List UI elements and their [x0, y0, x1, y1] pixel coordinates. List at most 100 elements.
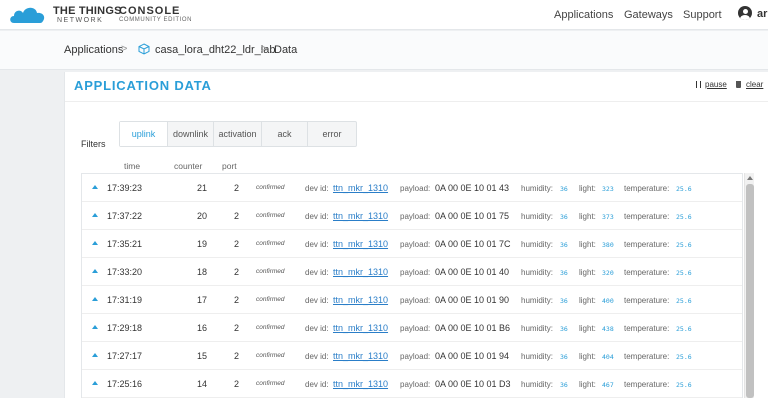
payload-label: payload:: [400, 380, 431, 389]
temperature-label: temperature:: [624, 268, 670, 277]
dev-id-link[interactable]: ttn_mkr_1310: [333, 323, 388, 333]
top-navbar: THE THINGS NETWORK CONSOLE COMMUNITY EDI…: [0, 0, 768, 30]
nav-applications[interactable]: Applications: [554, 9, 613, 21]
dev-id-link[interactable]: ttn_mkr_1310: [333, 295, 388, 305]
light-value: 438: [602, 325, 614, 333]
temperature-value: 25.6: [676, 185, 692, 193]
ttn-cloud-logo-icon[interactable]: [8, 3, 48, 25]
dev-id-link[interactable]: ttn_mkr_1310: [333, 239, 388, 249]
humidity-value: 36: [560, 381, 568, 389]
dev-id-link[interactable]: ttn_mkr_1310: [333, 183, 388, 193]
row-time: 17:39:23: [107, 183, 143, 193]
breadcrumb-applications[interactable]: Applications: [64, 44, 123, 56]
scroll-up-arrow-icon[interactable]: [747, 176, 753, 180]
panel-title: APPLICATION DATA: [74, 78, 212, 93]
uplink-messages-table: 17:39:23 21 2 confirmed dev id: ttn_mkr_1310 p…: [81, 173, 743, 398]
temperature-value: 25.6: [676, 269, 692, 277]
light-value: 467: [602, 381, 614, 389]
humidity-value: 36: [560, 213, 568, 221]
uplink-arrow-icon: [92, 185, 98, 189]
light-value: 400: [602, 297, 614, 305]
pause-icon[interactable]: [696, 81, 701, 88]
humidity-label: humidity:: [521, 352, 554, 361]
row-port: 2: [234, 351, 240, 361]
dev-id-link[interactable]: ttn_mkr_1310: [333, 267, 388, 277]
tab-uplink[interactable]: uplink: [120, 122, 168, 146]
row-status: confirmed: [256, 380, 285, 387]
tab-ack[interactable]: ack: [262, 122, 308, 146]
trash-icon[interactable]: [736, 81, 741, 88]
row-status: confirmed: [256, 352, 285, 359]
row-port: 2: [234, 379, 240, 389]
tab-activation[interactable]: activation: [214, 122, 262, 146]
temperature-value: 25.6: [676, 381, 692, 389]
console-subtitle: COMMUNITY EDITION: [119, 17, 193, 23]
payload-label: payload:: [400, 296, 431, 305]
table-row[interactable]: 17:29:18 16 2 confirmed dev id: ttn_mkr_1310 p…: [82, 314, 742, 342]
tab-error[interactable]: error: [308, 122, 356, 146]
nav-gateways[interactable]: Gateways: [624, 9, 673, 21]
table-row[interactable]: 17:37:22 20 2 confirmed dev id: ttn_mkr_1310 p…: [82, 202, 742, 230]
payload-value: 0A 00 0E 10 01 B6: [435, 323, 511, 333]
payload-value: 0A 00 0E 10 01 D3: [435, 379, 511, 389]
dev-id-link[interactable]: ttn_mkr_1310: [333, 351, 388, 361]
humidity-label: humidity:: [521, 380, 554, 389]
user-name[interactable]: ar: [757, 8, 767, 20]
row-time: 17:29:18: [107, 323, 143, 333]
nav-support[interactable]: Support: [683, 9, 722, 21]
light-label: light:: [579, 296, 596, 305]
light-label: light:: [579, 352, 596, 361]
payload-label: payload:: [400, 324, 431, 333]
humidity-value: 36: [560, 185, 568, 193]
dev-id-label: dev id:: [305, 352, 329, 361]
column-header-port: port: [222, 161, 237, 171]
table-row[interactable]: 17:25:16 14 2 confirmed dev id: ttn_mkr_1310 p…: [82, 370, 742, 398]
row-counter: 19: [196, 239, 207, 249]
light-label: light:: [579, 212, 596, 221]
dev-id-label: dev id:: [305, 268, 329, 277]
row-port: 2: [234, 183, 240, 193]
row-time: 17:27:17: [107, 351, 143, 361]
column-header-counter: counter: [174, 161, 203, 171]
row-counter: 14: [196, 379, 207, 389]
table-row[interactable]: 17:35:21 19 2 confirmed dev id: ttn_mkr_1310 p…: [82, 230, 742, 258]
uplink-arrow-icon: [92, 297, 98, 301]
light-label: light:: [579, 268, 596, 277]
filters-label: Filters: [81, 139, 106, 149]
row-port: 2: [234, 211, 240, 221]
humidity-value: 36: [560, 297, 568, 305]
tab-downlink[interactable]: downlink: [168, 122, 214, 146]
breadcrumb: Applications > casa_lora_dht22_ldr_lab >…: [0, 31, 768, 70]
humidity-value: 36: [560, 325, 568, 333]
table-row[interactable]: 17:27:17 15 2 confirmed dev id: ttn_mkr_1310 p…: [82, 342, 742, 370]
row-time: 17:31:19: [107, 295, 143, 305]
temperature-label: temperature:: [624, 324, 670, 333]
payload-label: payload:: [400, 184, 431, 193]
humidity-label: humidity:: [521, 296, 554, 305]
clear-button[interactable]: clear: [746, 80, 763, 89]
panel-header: APPLICATION DATA pause clear: [65, 72, 768, 102]
temperature-value: 25.6: [676, 297, 692, 305]
table-row[interactable]: 17:33:20 18 2 confirmed dev id: ttn_mkr_1310 p…: [82, 258, 742, 286]
table-row[interactable]: 17:31:19 17 2 confirmed dev id: ttn_mkr_1310 p…: [82, 286, 742, 314]
row-counter: 16: [196, 323, 207, 333]
row-status: confirmed: [256, 212, 285, 219]
row-counter: 21: [196, 183, 207, 193]
row-time: 17:25:16: [107, 379, 143, 389]
dev-id-link[interactable]: ttn_mkr_1310: [333, 379, 388, 389]
scrollbar[interactable]: [744, 173, 754, 398]
dev-id-label: dev id:: [305, 324, 329, 333]
temperature-value: 25.6: [676, 353, 692, 361]
light-value: 373: [602, 213, 614, 221]
row-counter: 18: [196, 267, 207, 277]
humidity-label: humidity:: [521, 268, 554, 277]
breadcrumb-application[interactable]: casa_lora_dht22_ldr_lab: [155, 44, 275, 56]
brand-name: THE THINGS: [53, 5, 122, 17]
scrollbar-thumb[interactable]: [746, 184, 754, 398]
table-row[interactable]: 17:39:23 21 2 confirmed dev id: ttn_mkr_1310 p…: [82, 174, 742, 202]
dev-id-link[interactable]: ttn_mkr_1310: [333, 211, 388, 221]
user-avatar-icon[interactable]: [738, 6, 752, 20]
dev-id-label: dev id:: [305, 184, 329, 193]
light-label: light:: [579, 380, 596, 389]
pause-button[interactable]: pause: [705, 80, 727, 89]
